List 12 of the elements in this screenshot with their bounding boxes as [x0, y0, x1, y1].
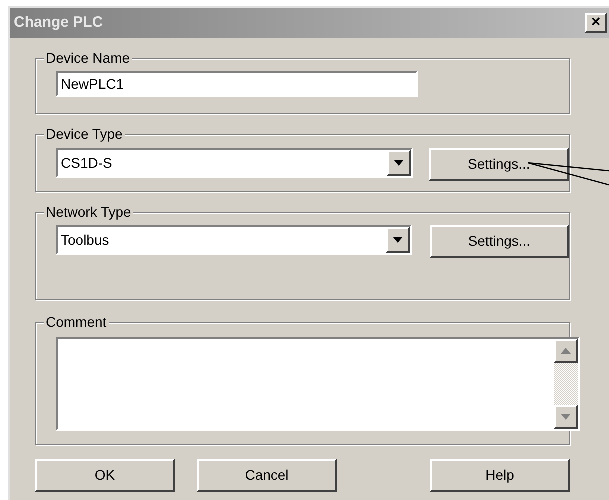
dropdown-field[interactable]: Toolbus [56, 225, 412, 255]
vertical-scrollbar[interactable] [554, 339, 578, 429]
dropdown-field[interactable]: CS1D-S [56, 148, 414, 178]
dialog-button[interactable]: Cancel [197, 459, 337, 492]
close-button[interactable]: × [585, 13, 607, 33]
dialog-button[interactable]: OK [35, 459, 175, 492]
comment-field[interactable] [56, 337, 580, 431]
window-title: Change PLC [14, 12, 104, 33]
dialog-button[interactable]: Help [430, 459, 570, 492]
dialog-button[interactable]: Settings... [429, 148, 569, 181]
device-name-field[interactable]: NewPLC1 [56, 71, 418, 97]
dialog-button[interactable]: Settings... [430, 225, 569, 258]
